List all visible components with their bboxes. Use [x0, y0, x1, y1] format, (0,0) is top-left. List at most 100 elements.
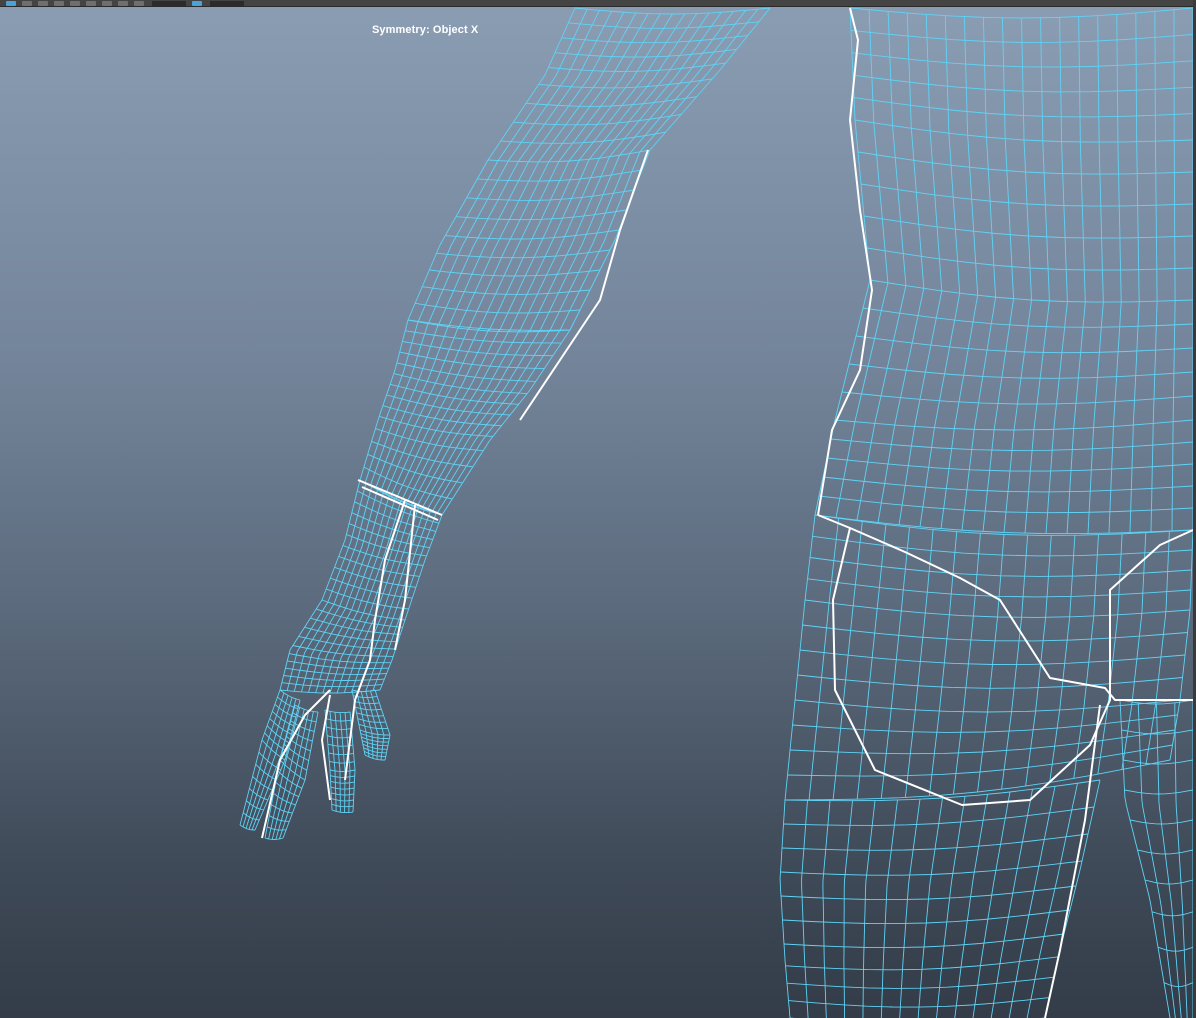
- upper-arm-ring: [445, 229, 619, 240]
- finger-2-ring: [331, 798, 354, 802]
- torso-edge: [940, 16, 979, 529]
- torso-edge: [898, 14, 943, 525]
- torso-edge: [1108, 14, 1122, 534]
- selected-edge-loop-7: [394, 504, 416, 651]
- leg-edge: [936, 796, 966, 1018]
- torso-edge: [1024, 17, 1050, 534]
- finger-2-ring: [331, 792, 354, 796]
- pelvis-edge: [1001, 535, 1029, 790]
- pelvis-ring: [784, 759, 1171, 801]
- finger-2-ring: [330, 775, 355, 778]
- forearm-ring: [399, 351, 545, 370]
- upper-arm-edge: [498, 13, 686, 332]
- finger-3-ring: [356, 712, 384, 717]
- finger-3-ring: [358, 723, 388, 730]
- upper-arm-ring: [415, 302, 581, 314]
- torso-edge: [982, 17, 1015, 532]
- finger-3-ring: [354, 700, 380, 705]
- upper-arm-ring: [500, 131, 666, 144]
- upper-arm-edge: [417, 9, 588, 322]
- finger-3-ring: [355, 706, 382, 711]
- hand-edge: [322, 497, 396, 694]
- finger-2-ring: [326, 726, 352, 730]
- torso-edge: [1129, 12, 1140, 533]
- pelvis-edge: [832, 521, 863, 800]
- upper-arm-ring: [436, 249, 611, 259]
- upper-arm-ring: [574, 7, 771, 15]
- upper-arm-ring: [554, 48, 737, 58]
- selected-edge-loop-1: [817, 514, 1193, 701]
- upper-arm-ring: [455, 209, 627, 221]
- leg-edge: [1008, 786, 1056, 1018]
- finger-2-ring: [331, 809, 354, 814]
- forearm-edge: [416, 329, 520, 508]
- leg-edge: [779, 799, 791, 1018]
- upper-arm-edge: [549, 10, 746, 332]
- finger-1-ring: [264, 837, 284, 840]
- finger-2-ring: [328, 752, 354, 756]
- leg-right-edge: [1119, 699, 1171, 1018]
- torso-edge: [835, 9, 889, 518]
- finger-2-ring: [330, 780, 355, 784]
- finger-3-ring: [357, 718, 386, 723]
- finger-3-ring: [351, 689, 376, 692]
- finger-2-ring: [329, 769, 356, 772]
- finger-2-edge: [339, 712, 346, 813]
- leg-edge: [917, 797, 943, 1018]
- finger-2-ring: [326, 735, 353, 739]
- hand-edge: [365, 511, 431, 692]
- pelvis-edge: [977, 534, 1005, 793]
- upper-arm-edge: [529, 11, 722, 332]
- leg-edge: [880, 800, 898, 1018]
- torso-edge: [1087, 15, 1104, 534]
- upper-arm-edge: [539, 11, 734, 332]
- upper-arm-edge: [468, 13, 649, 330]
- finger-2-ring: [331, 803, 354, 808]
- upper-arm-edge: [518, 12, 710, 333]
- wireframe-edges[interactable]: [239, 7, 1194, 1018]
- leg-edge: [899, 799, 921, 1018]
- finger-0-edge: [242, 692, 285, 828]
- leg-edge: [843, 800, 853, 1018]
- torso-edge: [919, 15, 961, 527]
- wireframe-mesh[interactable]: [0, 0, 1196, 1018]
- leg-edge: [862, 800, 876, 1018]
- leg-edge: [990, 789, 1033, 1018]
- leg-right-edge: [1174, 702, 1188, 1018]
- torso-edge: [961, 17, 997, 531]
- finger-2-ring: [329, 760, 355, 764]
- forearm-edge: [359, 319, 409, 481]
- finger-2-ring: [325, 718, 351, 722]
- forearm-edge: [410, 329, 510, 506]
- forearm-edge: [364, 321, 419, 484]
- pelvis-edge: [1145, 531, 1170, 765]
- upper-arm-edge: [559, 8, 759, 331]
- maya-viewport[interactable]: Symmetry: Object X: [0, 0, 1196, 1018]
- finger-3-ring: [359, 729, 390, 736]
- finger-2-ring: [330, 786, 355, 790]
- upper-arm-edge: [407, 7, 576, 321]
- finger-2-ring: [324, 709, 351, 714]
- upper-arm-ring: [561, 35, 748, 44]
- forearm-ring: [375, 428, 484, 452]
- upper-arm-edge: [458, 12, 637, 329]
- upper-arm-ring: [422, 286, 591, 295]
- selected-edge-loop-2: [832, 527, 1194, 806]
- upper-arm-ring: [568, 21, 759, 29]
- finger-3-edge: [360, 691, 374, 759]
- symmetry-hud-label: Symmetry: Object X: [372, 24, 479, 36]
- upper-arm-edge: [448, 11, 625, 327]
- forearm-ring: [407, 319, 571, 331]
- torso-ring: [849, 7, 1194, 19]
- pelvis-edge: [1169, 529, 1194, 761]
- selected-edge-loop-3: [1044, 704, 1101, 1018]
- upper-arm-edge: [488, 13, 673, 332]
- upper-arm-edge: [478, 13, 661, 331]
- torso-edge: [814, 7, 871, 516]
- torso-edge: [1003, 17, 1032, 533]
- leg-edge: [801, 800, 809, 1018]
- selected-edge-loop-0: [817, 7, 873, 516]
- torso-edge: [1066, 16, 1086, 534]
- forearm-edge: [426, 330, 540, 511]
- upper-arm-ring: [548, 62, 726, 72]
